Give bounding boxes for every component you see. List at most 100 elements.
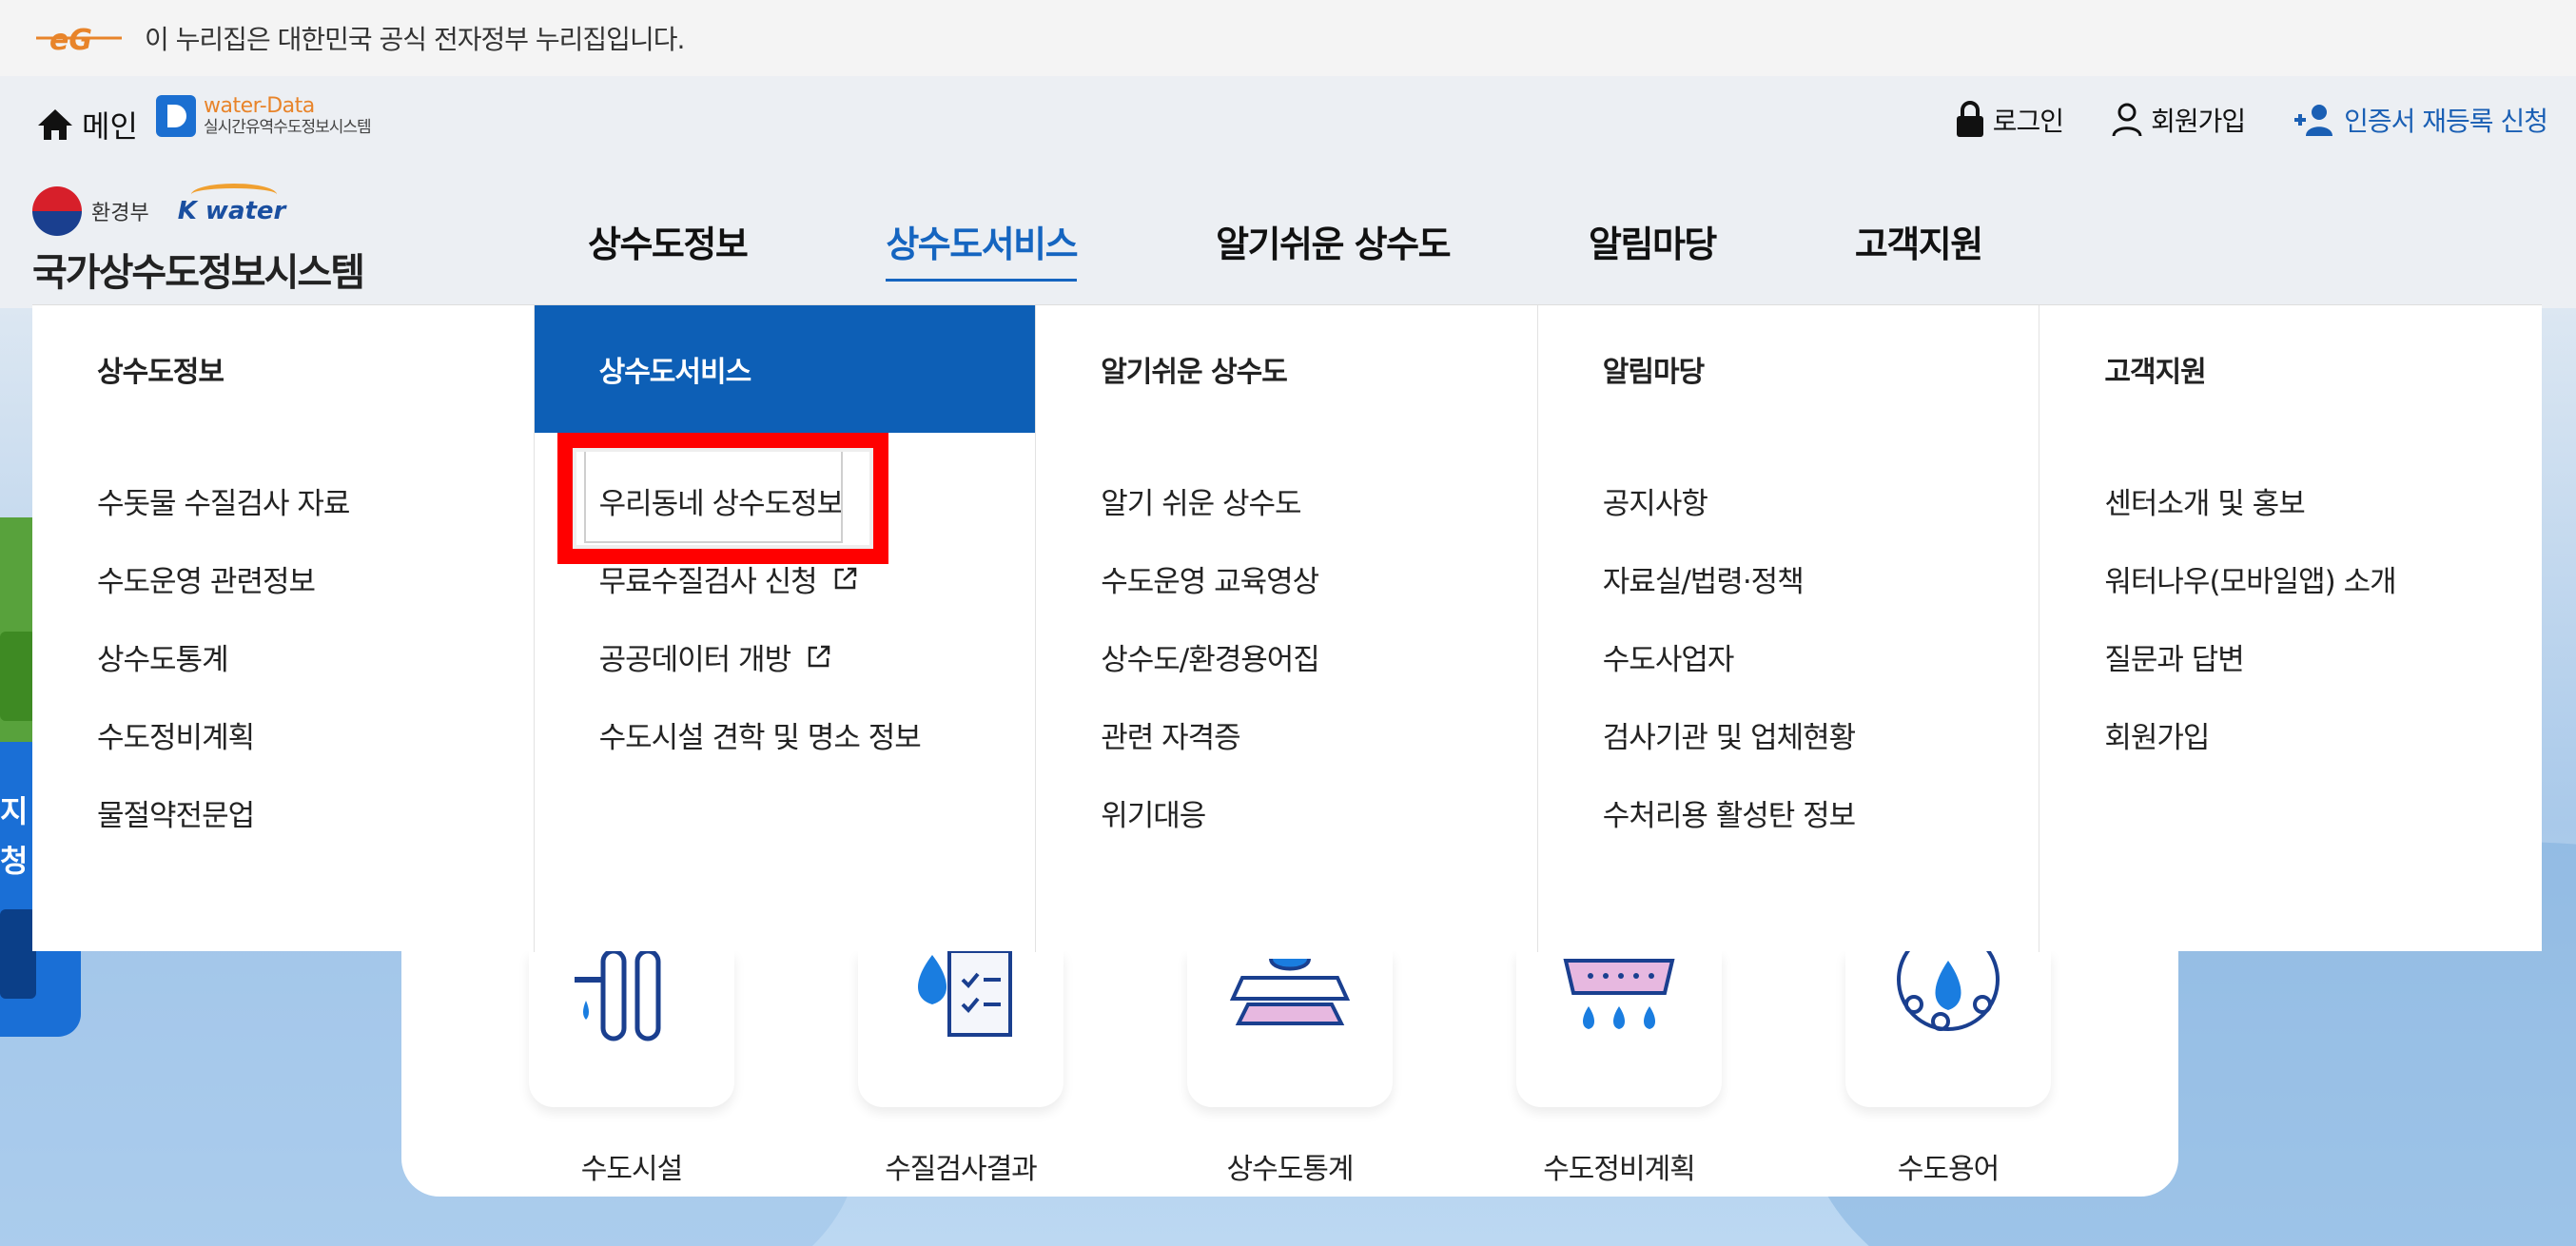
menu-item-label: 검사기관 및 업체현황 [1602, 720, 1856, 755]
filter-drops-icon [1516, 951, 1722, 1107]
mega-menu: 상수도정보 수돗물 수질검사 자료 수도운영 관련정보 상수도통계 수도정비계획… [32, 304, 2542, 952]
signup-link[interactable]: 회원가입 [2111, 101, 2246, 139]
quick-link-label: 수도정비계획 [1543, 1153, 1696, 1186]
menu-item[interactable]: 수처리용 활성탄 정보 [1603, 773, 2039, 851]
water-data-subtitle: 실시간유역수도정보시스템 [204, 118, 372, 137]
mega-col-title[interactable]: 상수도정보 [32, 305, 534, 433]
menu-item[interactable]: 관련 자격증 [1101, 695, 1537, 773]
quick-link-maintenance-plan[interactable]: 수도정비계획 [1516, 951, 1722, 1187]
main-header: 환경부 K water 국가상수도정보시스템 상수도정보 상수도서비스 알기쉬운… [0, 169, 2576, 308]
menu-item-label: 수도사업자 [1602, 642, 1735, 677]
menu-item-label: 물절약전문업 [97, 798, 255, 833]
lock-icon [1956, 101, 1983, 137]
menu-item-label: 상수도통계 [97, 642, 229, 677]
cert-reregister-label: 인증서 재등록 신청 [2344, 106, 2548, 137]
menu-item[interactable]: 위기대응 [1101, 773, 1537, 851]
menu-item[interactable]: 수도운영 교육영상 [1101, 539, 1537, 617]
gov-banner-text: 이 누리집은 대한민국 공식 전자정부 누리집입니다. [145, 24, 685, 55]
menu-item[interactable]: 질문과 답변 [2104, 617, 2542, 695]
side-banner-text-1: 지 [0, 793, 29, 829]
menu-item-label: 수돗물 수질검사 자료 [97, 486, 350, 521]
add-user-icon [2294, 105, 2333, 136]
menu-item-label: 자료실/법령·정책 [1602, 564, 1805, 599]
login-label: 로그인 [1992, 106, 2064, 137]
quick-link-label: 수도시설 [580, 1153, 683, 1186]
mega-col-title[interactable]: 알림마당 [1538, 305, 2039, 433]
menu-item[interactable]: 알기 쉬운 상수도 [1101, 461, 1537, 539]
water-report-icon [858, 951, 1064, 1107]
menu-item[interactable]: 수돗물 수질검사 자료 [97, 461, 534, 539]
menu-item-label: 공공데이터 개방 [598, 642, 791, 677]
menu-item-label: 수도시설 견학 및 명소 정보 [598, 720, 922, 755]
side-banner-green-button[interactable] [0, 632, 36, 721]
site-name: 국가상수도정보시스템 [32, 251, 365, 295]
menu-item[interactable]: 물절약전문업 [97, 773, 534, 851]
quick-link-quality-result[interactable]: 수질검사결과 [858, 951, 1064, 1187]
highlight-box [556, 433, 888, 564]
menu-item-label: 수도정비계획 [97, 720, 255, 755]
ministry-label: 환경부 [91, 202, 149, 225]
home-link[interactable]: 메인 [36, 103, 138, 146]
mega-col-notice: 알림마당 공지사항 자료실/법령·정책 수도사업자 검사기관 및 업체현황 수처… [1538, 305, 2040, 952]
utility-bar: 메인 water-Data 실시간유역수도정보시스템 로그인 회원가입 인증서 … [0, 76, 2576, 169]
gnb-item-water-service[interactable]: 상수도서비스 [886, 215, 1079, 282]
side-banner-text-2: 청 [0, 843, 29, 879]
menu-item[interactable]: 검사기관 및 업체현황 [1603, 695, 2039, 773]
quick-link-terms[interactable]: 수도용어 [1845, 951, 2051, 1187]
mega-col-water-service: 상수도서비스 우리동네 상수도정보 무료수질검사 신청 공공데이터 개방 수도시… [534, 305, 1037, 952]
gnb-item-easy-water[interactable]: 알기쉬운 상수도 [1216, 215, 1451, 282]
layers-icon [1187, 951, 1393, 1107]
menu-item[interactable]: 센터소개 및 홍보 [2104, 461, 2542, 539]
mega-col-water-info: 상수도정보 수돗물 수질검사 자료 수도운영 관련정보 상수도통계 수도정비계획… [32, 305, 535, 952]
menu-item[interactable]: 회원가입 [2104, 695, 2542, 773]
quick-link-facility[interactable]: 수도시설 [529, 951, 734, 1187]
menu-item[interactable]: 상수도/환경용어집 [1101, 617, 1537, 695]
mega-col-title[interactable]: 상수도서비스 [534, 305, 1036, 433]
site-brand[interactable]: 환경부 K water 국가상수도정보시스템 [32, 184, 375, 295]
menu-item-label: 센터소개 및 홍보 [2104, 486, 2305, 521]
egov-logo-icon: eG [36, 24, 122, 57]
home-label: 메인 [82, 108, 138, 145]
quick-link-statistics[interactable]: 상수도통계 [1187, 951, 1393, 1187]
external-link-icon [808, 645, 830, 668]
mega-col-title[interactable]: 알기쉬운 상수도 [1036, 305, 1537, 433]
menu-item-label: 수처리용 활성탄 정보 [1602, 798, 1856, 833]
side-banner-blue-button[interactable] [0, 909, 36, 999]
water-data-logo[interactable]: water-Data 실시간유역수도정보시스템 [156, 94, 372, 137]
home-icon [38, 109, 72, 140]
gov-banner: eG 이 누리집은 대한민국 공식 전자정부 누리집입니다. [0, 0, 2576, 76]
menu-item-label: 관련 자격증 [1101, 720, 1240, 755]
menu-item[interactable]: 수도정비계획 [97, 695, 534, 773]
menu-item[interactable]: 공지사항 [1603, 461, 2039, 539]
pipe-icon [529, 951, 734, 1107]
cert-reregister-link[interactable]: 인증서 재등록 신청 [2293, 101, 2548, 139]
external-link-icon [834, 567, 856, 590]
menu-item[interactable]: 수도사업자 [1603, 617, 2039, 695]
menu-item[interactable]: 자료실/법령·정책 [1603, 539, 2039, 617]
water-data-title: water-Data [204, 94, 315, 118]
global-nav: 상수도정보 상수도서비스 알기쉬운 상수도 알림마당 고객지원 [588, 215, 2121, 282]
menu-item[interactable]: 상수도통계 [97, 617, 534, 695]
menu-item[interactable]: 수도운영 관련정보 [97, 539, 534, 617]
menu-item-facility-tour[interactable]: 수도시설 견학 및 명소 정보 [599, 695, 1036, 773]
menu-item-label: 공지사항 [1602, 486, 1708, 521]
gnb-item-water-info[interactable]: 상수도정보 [588, 215, 749, 282]
menu-item[interactable]: 워터나우(모바일앱) 소개 [2104, 539, 2542, 617]
gnb-item-notice[interactable]: 알림마당 [1589, 215, 1717, 282]
menu-item-label: 질문과 답변 [2104, 642, 2244, 677]
menu-item-label: 수도운영 관련정보 [97, 564, 316, 599]
menu-item-public-data[interactable]: 공공데이터 개방 [599, 617, 1036, 695]
signup-label: 회원가입 [2151, 106, 2246, 137]
quick-link-label: 수도용어 [1897, 1153, 2000, 1186]
quick-link-label: 상수도통계 [1226, 1153, 1355, 1186]
menu-item-label: 워터나우(모바일앱) 소개 [2104, 564, 2396, 599]
mega-col-title[interactable]: 고객지원 [2039, 305, 2542, 433]
login-link[interactable]: 로그인 [1955, 101, 2064, 139]
kwater-logo: K water [177, 184, 286, 225]
gear-drop-icon [1845, 951, 2051, 1107]
mega-col-support: 고객지원 센터소개 및 홍보 워터나우(모바일앱) 소개 질문과 답변 회원가입 [2039, 305, 2542, 952]
menu-item-label: 상수도/환경용어집 [1101, 642, 1320, 677]
mega-col-easy-water: 알기쉬운 상수도 알기 쉬운 상수도 수도운영 교육영상 상수도/환경용어집 관… [1036, 305, 1538, 952]
gnb-item-support[interactable]: 고객지원 [1855, 215, 1983, 282]
water-data-mark-icon [156, 95, 196, 137]
